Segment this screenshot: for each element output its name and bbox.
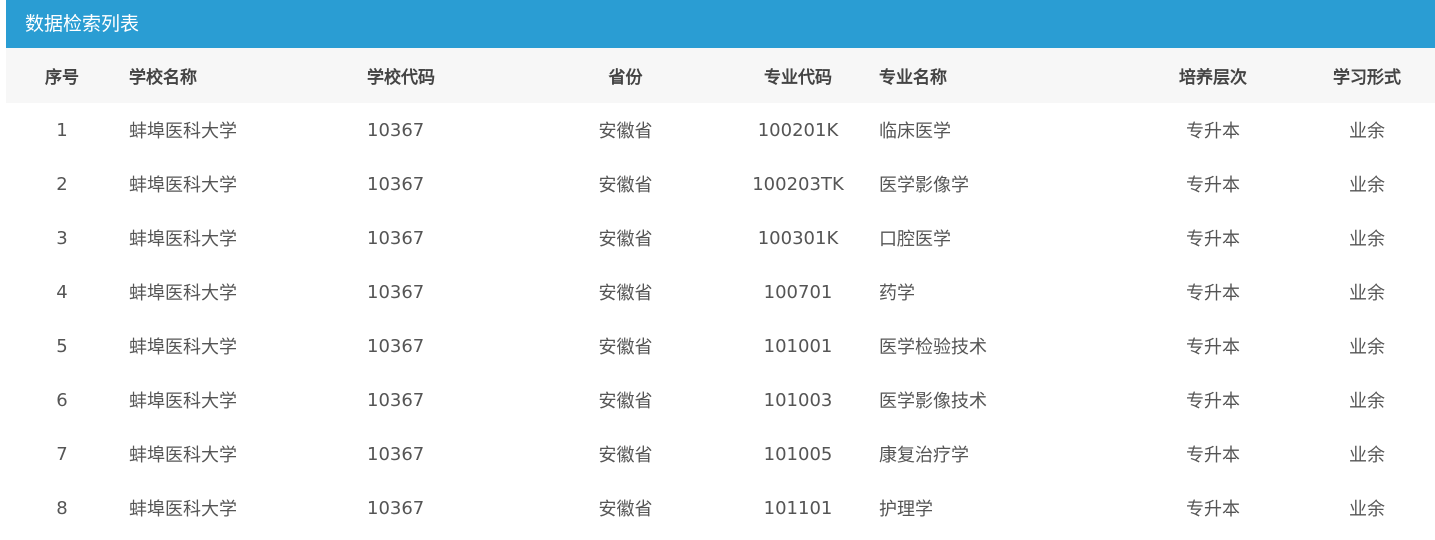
cell-province: 安徽省 (598, 499, 653, 520)
cell-province: 安徽省 (598, 121, 653, 142)
cell-school-code: 10367 (367, 173, 425, 195)
cell-seq: 7 (56, 443, 68, 465)
cell-school-name: 蚌埠医科大学 (129, 445, 237, 466)
cell-province: 安徽省 (598, 175, 653, 196)
cell-major-name: 医学检验技术 (879, 337, 987, 358)
cell-seq: 1 (56, 119, 68, 141)
cell-major-code: 101003 (763, 389, 833, 411)
table-row: 8 蚌埠医科大学 10367 安徽省 101101 护理学 专升本 业余 (6, 481, 1435, 535)
cell-study-mode: 业余 (1349, 229, 1385, 250)
cell-major-code: 100201K (757, 119, 839, 141)
cell-province: 安徽省 (598, 283, 653, 304)
cell-study-mode: 业余 (1349, 175, 1385, 196)
column-header-major-name: 专业名称 (879, 68, 947, 88)
cell-major-name: 医学影像技术 (879, 391, 987, 412)
header-row: 序号 学校名称 学校代码 省份 专业代码 专业名称 培养层次 学习形式 (6, 48, 1435, 103)
cell-seq: 8 (56, 497, 68, 519)
data-search-panel: 数据检索列表 序号 学校名称 学校代码 省份 专业代码 专业名称 培养层次 学习形式 1 蚌埠医… (6, 0, 1435, 540)
cell-seq: 3 (56, 227, 68, 249)
table-body: 1 蚌埠医科大学 10367 安徽省 100201K 临床医学 专升本 业余 2 蚌埠医科大学 10… (6, 103, 1435, 535)
table-row: 5 蚌埠医科大学 10367 安徽省 101001 医学检验技术 专升本 业余 (6, 319, 1435, 373)
cell-school-name: 蚌埠医科大学 (129, 499, 237, 520)
cell-level: 专升本 (1186, 445, 1240, 466)
cell-seq: 2 (56, 173, 68, 195)
cell-school-code: 10367 (367, 335, 425, 357)
cell-school-name: 蚌埠医科大学 (129, 391, 237, 412)
cell-school-code: 10367 (367, 119, 425, 141)
data-table: 序号 学校名称 学校代码 省份 专业代码 专业名称 培养层次 学习形式 1 蚌埠医科大学 1036… (6, 48, 1435, 535)
cell-school-code: 10367 (367, 227, 425, 249)
column-header-seq: 序号 (45, 68, 79, 88)
cell-major-code: 100701 (763, 281, 833, 303)
table-row: 2 蚌埠医科大学 10367 安徽省 100203TK 医学影像学 专升本 业余 (6, 157, 1435, 211)
cell-level: 专升本 (1186, 337, 1240, 358)
cell-major-name: 药学 (879, 283, 915, 304)
column-header-school-code: 学校代码 (367, 68, 435, 88)
cell-level: 专升本 (1186, 175, 1240, 196)
cell-study-mode: 业余 (1349, 337, 1385, 358)
cell-school-code: 10367 (367, 497, 425, 519)
table-row: 4 蚌埠医科大学 10367 安徽省 100701 药学 专升本 业余 (6, 265, 1435, 319)
cell-major-name: 康复治疗学 (879, 445, 969, 466)
table-header: 序号 学校名称 学校代码 省份 专业代码 专业名称 培养层次 学习形式 (6, 48, 1435, 103)
cell-school-code: 10367 (367, 443, 425, 465)
cell-major-code: 101001 (763, 335, 833, 357)
cell-seq: 5 (56, 335, 68, 357)
cell-level: 专升本 (1186, 499, 1240, 520)
column-header-school-name: 学校名称 (129, 68, 197, 88)
cell-study-mode: 业余 (1349, 121, 1385, 142)
cell-seq: 4 (56, 281, 68, 303)
cell-level: 专升本 (1186, 229, 1240, 250)
cell-school-name: 蚌埠医科大学 (129, 229, 237, 250)
cell-major-code: 101101 (763, 497, 833, 519)
cell-school-name: 蚌埠医科大学 (129, 337, 237, 358)
cell-province: 安徽省 (598, 229, 653, 250)
cell-major-name: 临床医学 (879, 121, 951, 142)
cell-major-name: 医学影像学 (879, 175, 969, 196)
cell-study-mode: 业余 (1349, 499, 1385, 520)
cell-study-mode: 业余 (1349, 445, 1385, 466)
table-row: 1 蚌埠医科大学 10367 安徽省 100201K 临床医学 专升本 业余 (6, 103, 1435, 157)
cell-seq: 6 (56, 389, 68, 411)
cell-study-mode: 业余 (1349, 283, 1385, 304)
cell-major-code: 101005 (763, 443, 833, 465)
cell-province: 安徽省 (598, 445, 653, 466)
cell-level: 专升本 (1186, 121, 1240, 142)
column-header-major-code: 专业代码 (764, 68, 832, 88)
cell-study-mode: 业余 (1349, 391, 1385, 412)
cell-major-name: 口腔医学 (879, 229, 951, 250)
cell-province: 安徽省 (598, 391, 653, 412)
cell-school-name: 蚌埠医科大学 (129, 283, 237, 304)
column-header-level: 培养层次 (1179, 68, 1247, 88)
cell-major-name: 护理学 (879, 499, 933, 520)
column-header-province: 省份 (608, 68, 643, 88)
table-row: 7 蚌埠医科大学 10367 安徽省 101005 康复治疗学 专升本 业余 (6, 427, 1435, 481)
cell-school-name: 蚌埠医科大学 (129, 121, 237, 142)
cell-level: 专升本 (1186, 283, 1240, 304)
table-row: 6 蚌埠医科大学 10367 安徽省 101003 医学影像技术 专升本 业余 (6, 373, 1435, 427)
cell-school-name: 蚌埠医科大学 (129, 175, 237, 196)
column-header-study-mode: 学习形式 (1333, 68, 1401, 88)
panel-title: 数据检索列表 (6, 0, 1435, 48)
table-row: 3 蚌埠医科大学 10367 安徽省 100301K 口腔医学 专升本 业余 (6, 211, 1435, 265)
cell-province: 安徽省 (598, 337, 653, 358)
cell-school-code: 10367 (367, 389, 425, 411)
cell-level: 专升本 (1186, 391, 1240, 412)
cell-major-code: 100301K (757, 227, 839, 249)
cell-school-code: 10367 (367, 281, 425, 303)
cell-major-code: 100203TK (752, 173, 844, 195)
